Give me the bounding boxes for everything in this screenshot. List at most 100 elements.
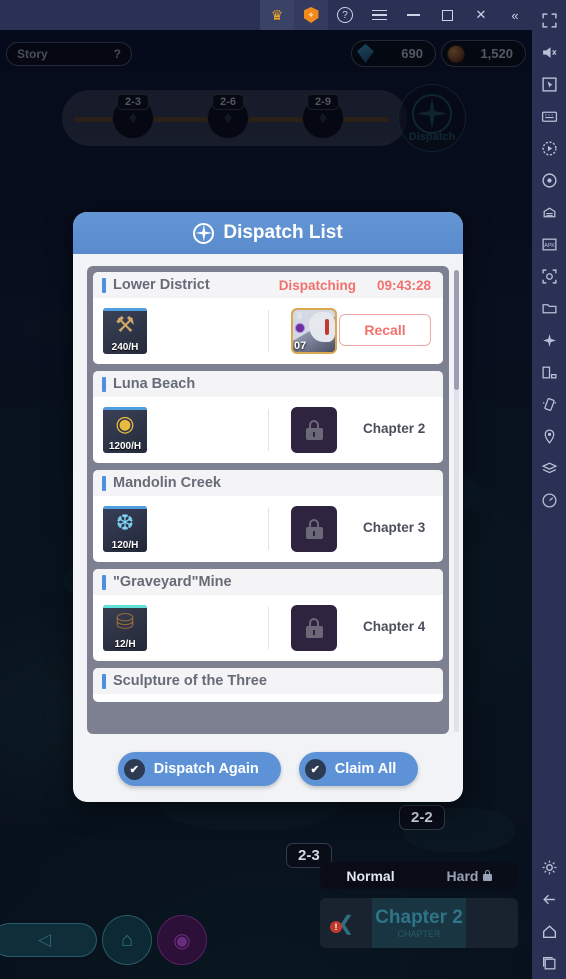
airplane-icon[interactable] — [532, 324, 566, 356]
dispatch-row-body: ◉ 1200/H Chapter 2 — [93, 397, 443, 463]
tab-hard[interactable]: Hard — [421, 862, 518, 889]
dispatch-row[interactable]: Lower District Dispatching 09:43:28 ⚒ 240/H ♛… — [93, 272, 443, 364]
dispatch-row[interactable]: "Graveyard"Mine ⛁ 12/H Chapter 4 — [93, 569, 443, 661]
folder-icon[interactable] — [532, 292, 566, 324]
dispatch-rows-scroller[interactable]: Lower District Dispatching 09:43:28 ⚒ 240/H ♛… — [87, 266, 449, 734]
reward-rate: 240/H — [111, 342, 139, 353]
chapter-current[interactable]: Chapter 2 CHAPTER — [372, 898, 466, 948]
dispatch-row-header: Luna Beach — [93, 371, 443, 397]
close-button[interactable]: ✕ — [464, 0, 498, 30]
chapter-sub: CHAPTER — [397, 929, 441, 939]
location-name: "Graveyard"Mine — [113, 574, 232, 590]
row-accent-bar — [102, 475, 106, 491]
maximize-button[interactable] — [430, 0, 464, 30]
locked-slot[interactable] — [291, 506, 337, 552]
row-accent-bar — [102, 277, 106, 293]
back-icon[interactable] — [532, 883, 566, 915]
multi-instance-icon[interactable] — [532, 196, 566, 228]
dispatch-row-header: Sculpture of the Three — [93, 668, 443, 694]
settings-icon[interactable] — [532, 851, 566, 883]
claim-all-label: Claim All — [334, 761, 397, 777]
row-accent-bar — [102, 673, 106, 689]
row-divider — [268, 607, 269, 649]
stage-tag-current[interactable]: 2-2 — [399, 805, 445, 830]
dispatch-row[interactable]: Luna Beach ◉ 1200/H Chapter 2 — [93, 371, 443, 463]
location-name: Luna Beach — [113, 376, 196, 392]
minimize-button[interactable] — [396, 0, 430, 30]
lock-icon — [305, 618, 323, 638]
layers-icon[interactable] — [532, 452, 566, 484]
recall-button[interactable]: Recall — [339, 314, 431, 346]
location-name: Lower District — [113, 277, 210, 293]
rotate-icon[interactable] — [532, 164, 566, 196]
collapse-toolbar-icon[interactable]: « — [498, 0, 532, 30]
emulator-window: ♛ ✦ ? ✕ « Story ? — [0, 0, 566, 979]
status-badge: Dispatching — [278, 277, 356, 293]
row-divider — [268, 409, 269, 451]
home-icon[interactable] — [532, 915, 566, 947]
row-accent-bar — [102, 376, 106, 392]
reward-icon[interactable]: ◉ 1200/H — [103, 407, 147, 453]
lock-icon — [305, 420, 323, 440]
recents-icon[interactable] — [532, 947, 566, 979]
locked-slot[interactable] — [291, 407, 337, 453]
dispatch-row-body: ⚒ 240/H ♛ 07 Recall — [93, 298, 443, 364]
screenshot-icon[interactable] — [532, 260, 566, 292]
location-name: Sculpture of the Three — [113, 673, 267, 689]
game-stage: ♛ ✦ ? ✕ « Story ? — [0, 0, 532, 979]
dialog-title: Dispatch List — [223, 222, 343, 243]
dispatch-row[interactable]: Sculpture of the Three — [93, 668, 443, 702]
dispatch-again-button[interactable]: ✔ Dispatch Again — [117, 752, 281, 786]
keyboard-icon[interactable] — [532, 100, 566, 132]
meter-icon[interactable] — [532, 484, 566, 516]
premium-crown-icon[interactable]: ♛ — [260, 0, 294, 30]
reward-icon[interactable]: ⚒ 240/H — [103, 308, 147, 354]
dispatch-row-body: ❆ 120/H Chapter 3 — [93, 496, 443, 562]
book-icon: ◉ — [173, 929, 191, 952]
reward-rate: 120/H — [111, 540, 139, 551]
shake-icon[interactable] — [532, 388, 566, 420]
tab-hard-label: Hard — [446, 867, 479, 884]
layout-icon[interactable] — [532, 356, 566, 388]
help-icon[interactable]: ? — [328, 0, 362, 30]
lock-icon — [305, 519, 323, 539]
mute-icon[interactable] — [532, 36, 566, 68]
record-icon[interactable] — [532, 132, 566, 164]
location-name: Mandolin Creek — [113, 475, 221, 491]
locked-slot[interactable] — [291, 605, 337, 651]
claim-all-button[interactable]: ✔ Claim All — [298, 752, 419, 786]
assigned-character-avatar[interactable]: ♛ 07 — [291, 308, 337, 354]
back-button[interactable]: ◁ — [0, 923, 97, 957]
tab-normal[interactable]: Normal — [322, 864, 419, 887]
dispatch-row-header: "Graveyard"Mine — [93, 569, 443, 595]
menu-icon[interactable] — [362, 0, 396, 30]
row-divider — [268, 508, 269, 550]
element-icon — [295, 323, 305, 333]
lock-icon — [483, 870, 493, 881]
unlock-requirement: Chapter 3 — [363, 520, 426, 535]
chapter-prev-button[interactable]: ! ❮ — [320, 911, 372, 936]
compass-icon — [193, 222, 215, 244]
home-icon: ⌂ — [120, 928, 134, 951]
dispatch-again-label: Dispatch Again — [153, 761, 259, 777]
dispatch-row-header: Lower District Dispatching 09:43:28 — [93, 272, 443, 298]
apk-install-icon[interactable]: APK — [532, 228, 566, 260]
dispatch-row-header: Mandolin Creek — [93, 470, 443, 496]
cursor-icon[interactable] — [532, 68, 566, 100]
tab-normal-label: Normal — [346, 867, 395, 884]
reward-rate: 12/H — [114, 639, 136, 650]
reward-icon[interactable]: ⛁ 12/H — [103, 605, 147, 651]
check-icon: ✔ — [123, 758, 145, 780]
row-divider — [268, 310, 269, 352]
dispatch-row[interactable]: Mandolin Creek ❆ 120/H Chapter 3 — [93, 470, 443, 562]
bottom-navigation: ◁ ⌂ ◉ — [0, 915, 220, 967]
window-titlebar: ♛ ✦ ? ✕ « — [0, 0, 532, 30]
home-button[interactable]: ⌂ — [102, 915, 152, 965]
reward-icon[interactable]: ❆ 120/H — [103, 506, 147, 552]
fullscreen-icon[interactable] — [532, 4, 566, 36]
location-icon[interactable] — [532, 420, 566, 452]
story-book-button[interactable]: ◉ — [157, 915, 207, 965]
shield-boost-icon[interactable]: ✦ — [294, 0, 328, 30]
unlock-requirement: Chapter 4 — [363, 619, 426, 634]
scrollbar[interactable] — [454, 270, 459, 732]
